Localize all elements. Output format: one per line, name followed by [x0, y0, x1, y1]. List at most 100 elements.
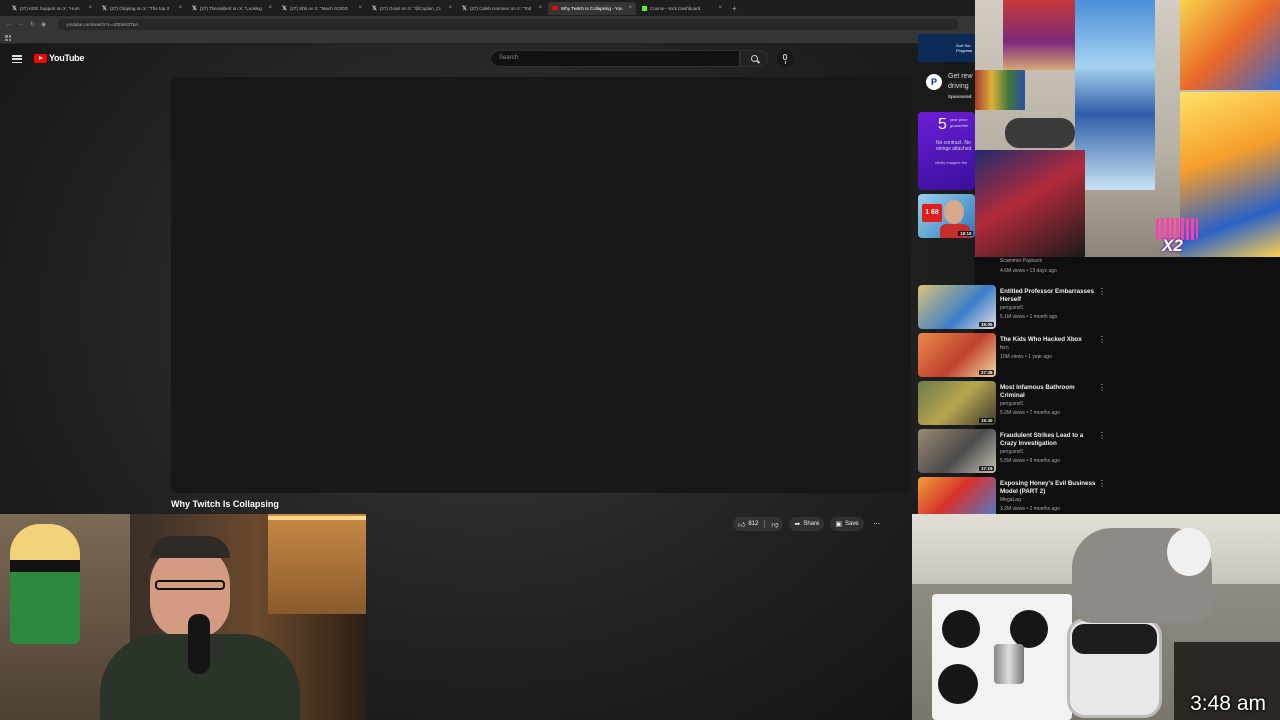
- video-title[interactable]: Most Infamous Bathroom Criminal: [1000, 384, 1096, 400]
- cartoon-figure: [10, 524, 80, 644]
- like-button[interactable]: 👍︎ 812 👎︎: [733, 517, 784, 531]
- more-options-icon[interactable]: ⋮: [1098, 335, 1106, 344]
- scammer-payback-thumbnail[interactable]: 1 68 18:18: [918, 194, 975, 238]
- anime-poster: [1075, 0, 1155, 190]
- video-thumbnail[interactable]: 17:19: [918, 429, 996, 473]
- helmet: [1167, 528, 1211, 576]
- video-title[interactable]: Entitled Professor Embarrasses Herself: [1000, 288, 1096, 304]
- shelf-items: [975, 70, 1025, 110]
- clock-overlay: 3:48 am: [1190, 692, 1266, 715]
- x-logo-icon: 𝕏: [462, 5, 467, 12]
- menu-icon[interactable]: [12, 55, 22, 63]
- xfinity-promo-thumbnail[interactable]: 5 year price guarantee No contract. No st…: [918, 112, 975, 190]
- youtube-logo[interactable]: YouTube: [34, 53, 84, 63]
- video-duration: 15:05: [979, 322, 994, 327]
- close-tab-icon[interactable]: ×: [448, 5, 452, 11]
- kick-favicon-icon: [642, 5, 647, 11]
- close-tab-icon[interactable]: ×: [88, 5, 92, 11]
- browser-tab-label: (27) KDE Support on X: "Hum: [19, 5, 80, 11]
- close-tab-icon[interactable]: ×: [268, 5, 272, 11]
- comic-figures: [975, 150, 1085, 257]
- video-duration: 27:38: [979, 370, 994, 375]
- anime-poster: [1180, 0, 1280, 90]
- more-options-icon[interactable]: ⋮: [1098, 431, 1106, 440]
- partial-rec-meta: 4.6M views • 13 days ago: [1000, 268, 1057, 274]
- close-tab-icon[interactable]: ×: [628, 5, 632, 11]
- promo-year-price: year price guarantee: [950, 117, 969, 128]
- sponsored-banner[interactable]: Surf Sm Progress: [918, 34, 975, 62]
- forward-icon[interactable]: →: [18, 21, 24, 27]
- channel-name[interactable]: fern: [1000, 345, 1009, 351]
- share-button[interactable]: ➦ Share: [789, 517, 825, 531]
- browser-tab[interactable]: 𝕏 (27) KDE Support on X: "Hum ×: [8, 2, 96, 15]
- browser-tab[interactable]: 𝕏 (27) Shb on X: "Much GOOD ×: [278, 2, 366, 15]
- like-count: 812: [748, 521, 759, 527]
- close-tab-icon[interactable]: ×: [358, 5, 362, 11]
- browser-tab[interactable]: 𝕏 (27) Caleb Hammer on X: "Tod ×: [458, 2, 546, 15]
- thumbnail-person-face: [944, 200, 964, 224]
- youtube-logo-text: YouTube: [49, 53, 85, 63]
- video-meta: 5.2M views • 7 months ago: [1000, 410, 1060, 416]
- new-tab-icon[interactable]: +: [732, 4, 737, 13]
- save-button[interactable]: ▣ Save: [830, 517, 864, 531]
- video-title[interactable]: Exposing Honey's Evil Business Model (PA…: [1000, 480, 1096, 496]
- apps-icon[interactable]: [5, 35, 11, 41]
- video-thumbnail[interactable]: 27:38: [918, 333, 996, 377]
- more-options-icon[interactable]: ⋮: [1098, 287, 1106, 296]
- channel-name[interactable]: penguinz0: [1000, 401, 1023, 407]
- channel-name[interactable]: penguinz0: [1000, 449, 1023, 455]
- recommended-video[interactable]: 15:40 Most Infamous Bathroom Criminal peng…: [918, 381, 1118, 427]
- back-icon[interactable]: ←: [6, 21, 12, 27]
- video-meta: 5.5M views • 9 months ago: [1000, 458, 1060, 464]
- promo-text: No contract. No strings attached.: [936, 140, 973, 152]
- paypal-ad[interactable]: P Get rew driving Sponsored: [918, 66, 975, 102]
- recommended-video[interactable]: 27:38 The Kids Who Hacked Xbox fern 10M vie…: [918, 333, 1118, 379]
- more-options-icon[interactable]: ⋮: [1098, 479, 1106, 488]
- channel-name[interactable]: penguinz0: [1000, 305, 1023, 311]
- browser-tab-bar: 𝕏 (27) KDE Support on X: "Hum × 𝕏 (27) Clipp…: [0, 0, 975, 16]
- reload-icon[interactable]: ↻: [30, 21, 35, 28]
- more-options-icon[interactable]: ⋮: [1098, 383, 1106, 392]
- browser-tab-label: Why Twitch Is Collapsing - You: [561, 5, 623, 11]
- address-bar: ← → ↻ ◉ youtube.com/watch?v=oZE5iN3T8A: [0, 16, 975, 32]
- recommended-video[interactable]: 17:19 Fraudulent Strikes Lead to a Crazy …: [918, 429, 1118, 475]
- video-meta: 3.2M views • 2 months ago: [1000, 506, 1060, 512]
- search-input[interactable]: Search: [490, 50, 740, 67]
- channel-name[interactable]: MegaLag: [1000, 497, 1021, 503]
- recommended-video[interactable]: 15:05 Entitled Professor Embarrasses Hers…: [918, 285, 1118, 331]
- video-title[interactable]: The Kids Who Hacked Xbox: [1000, 336, 1096, 344]
- air-fryer-lid: [1072, 624, 1157, 654]
- site-info-icon[interactable]: ◉: [41, 21, 46, 28]
- video-player[interactable]: [171, 77, 911, 493]
- anime-poster: [1003, 0, 1075, 70]
- multiplier-text: X2: [1162, 236, 1183, 255]
- browser-tab[interactable]: Why Twitch Is Collapsing - You ×: [548, 1, 636, 15]
- close-tab-icon[interactable]: ×: [538, 5, 542, 11]
- close-tab-icon[interactable]: ×: [178, 5, 182, 11]
- video-thumbnail[interactable]: 15:05: [918, 285, 996, 329]
- bookmarks-bar: [0, 32, 975, 44]
- thumbs-down-icon[interactable]: 👎︎: [771, 520, 778, 529]
- video-title[interactable]: Fraudulent Strikes Lead to a Crazy Inves…: [1000, 432, 1096, 448]
- video-meta: 5.1M views • 1 month ago: [1000, 314, 1058, 320]
- paypal-ad-line1: Get rew: [948, 73, 973, 80]
- more-actions-icon[interactable]: ⋯: [870, 520, 884, 528]
- browser-tab[interactable]: 𝕏 (27) Clipping on X: "The top 3 ×: [98, 2, 186, 15]
- share-label: Share: [803, 521, 820, 527]
- x-logo-icon: 𝕏: [192, 5, 197, 12]
- x-logo-icon: 𝕏: [102, 5, 107, 12]
- url-field[interactable]: youtube.com/watch?v=oZE5iN3T8A: [58, 18, 959, 30]
- youtube-play-icon: [34, 53, 47, 63]
- kitchen-camera-feed: 3:48 am: [912, 514, 1280, 720]
- browser-tab[interactable]: 𝕏 (27) TheranBert on X: "Looking ×: [188, 2, 276, 15]
- browser-tab[interactable]: 𝕏 (27) Grant on X: "@Coplon_Ci ×: [368, 2, 456, 15]
- search-icon: [751, 55, 758, 62]
- cabinets: [268, 514, 366, 614]
- close-tab-icon[interactable]: ×: [718, 5, 722, 11]
- browser-tab[interactable]: Course - Kick Dashboard ×: [638, 2, 726, 15]
- video-thumbnail[interactable]: 15:40: [918, 381, 996, 425]
- promo-tiny-text: xfinity Imagine the: [935, 160, 968, 165]
- voice-search-button[interactable]: [777, 50, 794, 67]
- video-duration: 17:19: [979, 466, 994, 471]
- search-button[interactable]: [740, 50, 768, 67]
